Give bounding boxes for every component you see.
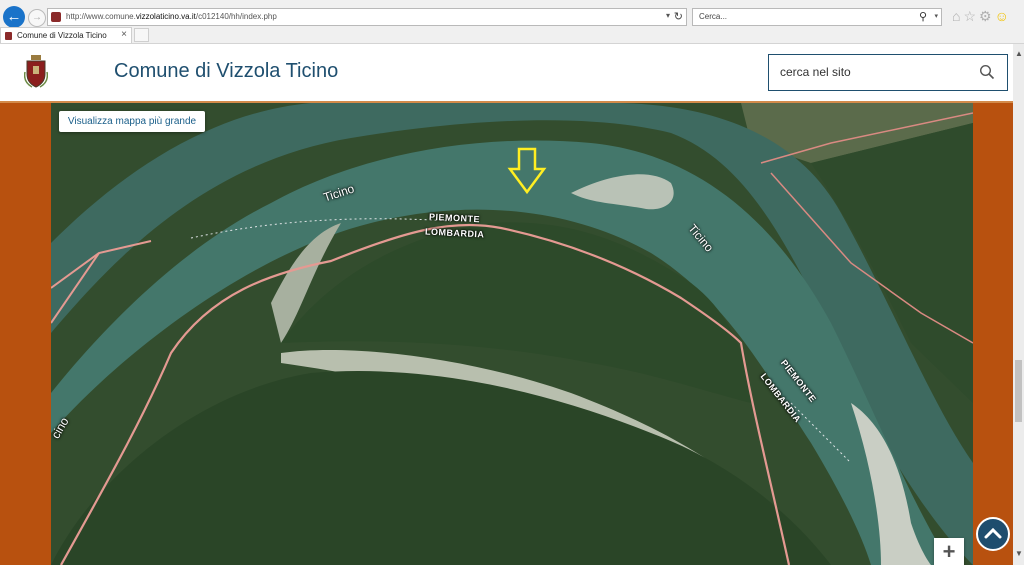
browser-search-box[interactable]: Cerca... ⚲ ▾ — [692, 8, 942, 26]
browser-toolbar-icons: ⌂☆⚙☺ — [952, 8, 1012, 25]
scroll-up-arrow-icon[interactable]: ▲ — [1015, 49, 1023, 58]
back-arrow-icon: ← — [6, 8, 22, 25]
new-tab-button[interactable] — [134, 28, 149, 42]
feedback-smiley-icon[interactable]: ☺ — [995, 8, 1012, 24]
zoom-in-button[interactable]: + — [934, 538, 964, 565]
refresh-icon[interactable]: ↻ — [674, 10, 683, 23]
scroll-down-arrow-icon[interactable]: ▼ — [1015, 549, 1023, 558]
site-title[interactable]: Comune di Vizzola Ticino — [114, 60, 338, 83]
location-arrow-icon — [507, 147, 547, 195]
larger-map-button[interactable]: Visualizza mappa più grande — [59, 111, 205, 132]
site-header: Comune di Vizzola Ticino — [0, 44, 1013, 103]
municipal-crest-icon[interactable] — [24, 54, 48, 88]
home-icon[interactable]: ⌂ — [952, 8, 963, 24]
tab-favicon-icon — [5, 32, 12, 40]
forward-button[interactable]: → — [28, 9, 46, 27]
address-dropdown-icon[interactable]: ▾ — [666, 11, 670, 20]
search-icon[interactable] — [979, 64, 995, 80]
scroll-to-top-button[interactable] — [976, 517, 1010, 551]
back-button[interactable]: ← — [3, 6, 25, 28]
browser-search-placeholder: Cerca... — [699, 12, 728, 21]
browser-chrome: ← → http://www.comune.vizzolaticino.va.i… — [0, 0, 1024, 44]
site-search-input[interactable] — [780, 65, 960, 79]
address-url: http://www.comune.vizzolaticino.va.it/c0… — [66, 12, 277, 21]
site-search-box[interactable] — [768, 54, 1008, 91]
tab-title: Comune di Vizzola Ticino — [17, 31, 107, 40]
scrollbar-thumb[interactable] — [1015, 360, 1022, 422]
browser-tab[interactable]: Comune di Vizzola Ticino × — [0, 27, 132, 43]
page-scrollbar[interactable]: ▲ ▼ — [1013, 44, 1024, 565]
chevron-up-icon — [984, 527, 1002, 539]
satellite-map[interactable]: Visualizza mappa più grande Ticino Ticin… — [51, 103, 973, 565]
tab-close-icon[interactable]: × — [121, 29, 127, 40]
search-dropdown-icon[interactable]: ▾ — [934, 12, 938, 20]
magnifier-icon[interactable]: ⚲ — [919, 10, 927, 23]
favorites-star-icon[interactable]: ☆ — [963, 8, 979, 24]
settings-gear-icon[interactable]: ⚙ — [979, 8, 995, 24]
forward-arrow-icon: → — [32, 12, 42, 23]
address-bar[interactable]: http://www.comune.vizzolaticino.va.it/c0… — [47, 8, 687, 26]
site-favicon-icon — [51, 12, 61, 22]
